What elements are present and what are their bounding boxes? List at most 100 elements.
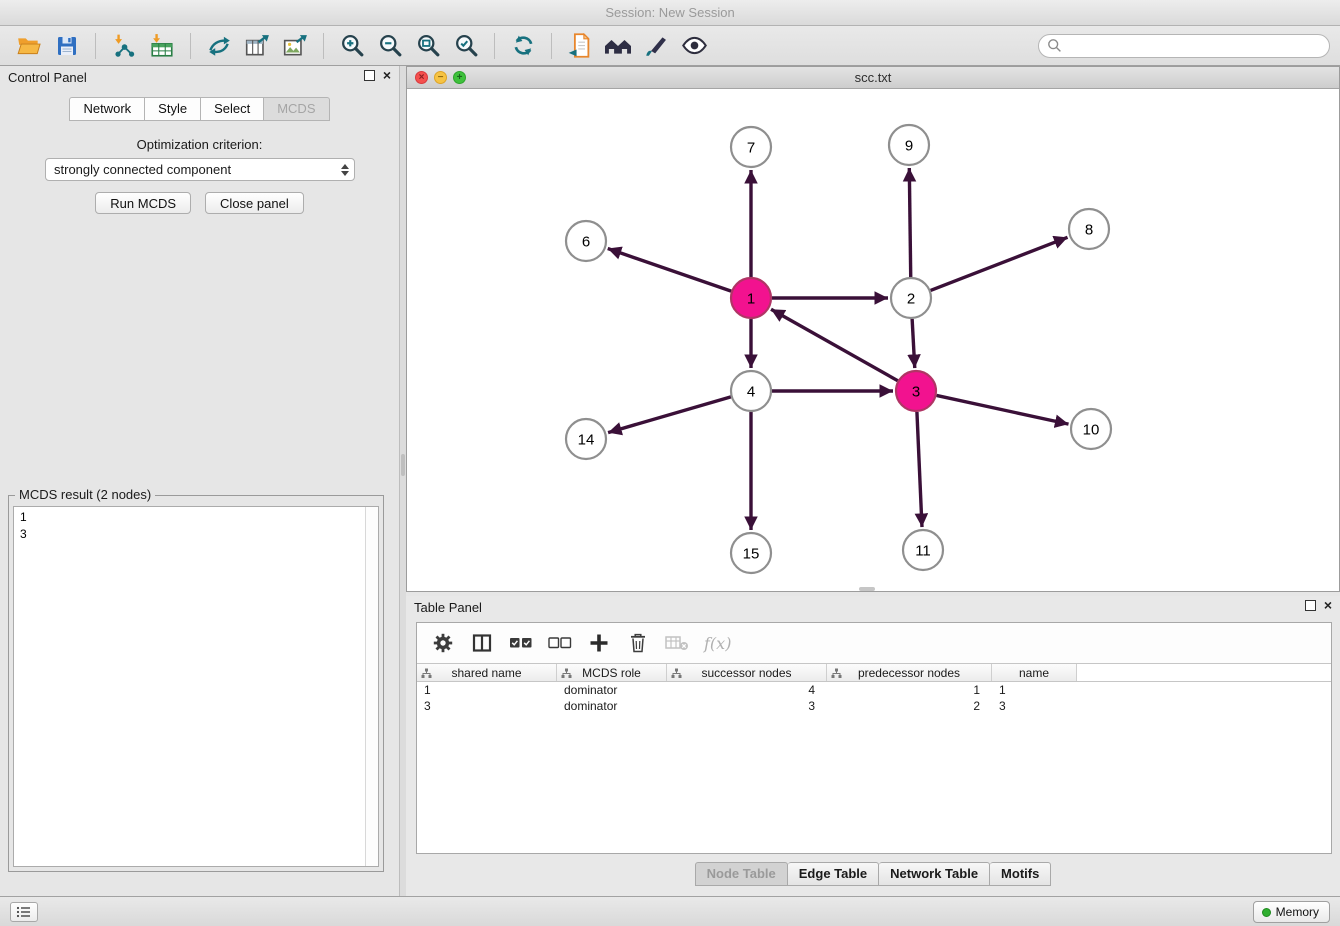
graph-node-15[interactable]: 15	[731, 533, 771, 573]
graph-node-10[interactable]: 10	[1071, 409, 1111, 449]
zoom-in-button[interactable]	[335, 30, 369, 62]
graph-node-11[interactable]: 11	[903, 530, 943, 570]
cell-mcds-role[interactable]: dominator	[557, 682, 667, 698]
tab-network-table[interactable]: Network Table	[879, 862, 990, 886]
copy-network-button[interactable]	[563, 30, 597, 62]
close-panel-button[interactable]: ×	[383, 70, 391, 81]
table-row[interactable]: 1 dominator 4 1 1	[417, 682, 1331, 698]
graph-edge-4-14[interactable]	[608, 397, 731, 433]
open-session-button[interactable]	[12, 30, 46, 62]
run-mcds-button[interactable]: Run MCDS	[95, 192, 191, 214]
search-input[interactable]	[1067, 38, 1321, 53]
show-columns-button[interactable]	[470, 631, 494, 655]
graph-node-9[interactable]: 9	[889, 125, 929, 165]
graph-edge-3-10[interactable]	[937, 395, 1069, 424]
deselect-all-button[interactable]	[548, 631, 572, 655]
graph-node-7[interactable]: 7	[731, 127, 771, 167]
status-menu-button[interactable]	[10, 902, 38, 922]
zoom-fit-button[interactable]	[411, 30, 445, 62]
column-header-name[interactable]: name	[992, 664, 1077, 681]
graph-node-3[interactable]: 3	[896, 371, 936, 411]
zoom-out-button[interactable]	[373, 30, 407, 62]
cell-predecessor[interactable]: 2	[827, 698, 992, 714]
column-header-mcds-role[interactable]: MCDS role	[557, 664, 667, 681]
home-view-button[interactable]	[601, 30, 635, 62]
network-graph-svg: 7 9 6 8 1 2 4 3 14 10 15 11	[407, 89, 1339, 591]
cell-name[interactable]: 3	[992, 698, 1077, 714]
import-network-button[interactable]	[107, 30, 141, 62]
tab-node-table[interactable]: Node Table	[695, 862, 788, 886]
graph-edge-2-3[interactable]	[912, 319, 915, 368]
cell-successor[interactable]: 4	[667, 682, 827, 698]
delete-table-icon	[665, 633, 689, 653]
table-toolbar: f(x)	[417, 623, 1331, 663]
network-window-titlebar[interactable]: × − + scc.txt	[407, 67, 1339, 89]
show-hide-button[interactable]	[677, 30, 711, 62]
canvas-scroll-handle[interactable]	[859, 587, 875, 591]
graph-node-2[interactable]: 2	[891, 278, 931, 318]
tab-motifs[interactable]: Motifs	[990, 862, 1051, 886]
create-column-button[interactable]	[587, 631, 611, 655]
network-canvas[interactable]: 7 9 6 8 1 2 4 3 14 10 15 11	[407, 89, 1339, 591]
column-header-shared-name[interactable]: shared name	[417, 664, 557, 681]
save-session-button[interactable]	[50, 30, 84, 62]
memory-button[interactable]: Memory	[1253, 901, 1330, 923]
table-settings-button[interactable]	[431, 631, 455, 655]
attribute-icon	[831, 668, 842, 679]
tab-mcds[interactable]: MCDS	[264, 97, 329, 121]
graph-node-4[interactable]: 4	[731, 371, 771, 411]
tab-select[interactable]: Select	[201, 97, 264, 121]
tab-edge-table[interactable]: Edge Table	[788, 862, 879, 886]
optimization-criterion-select[interactable]: strongly connected component	[45, 158, 355, 181]
toolbar-separator	[190, 33, 191, 59]
new-network-from-selection-button[interactable]	[202, 30, 236, 62]
table-row[interactable]: 3 dominator 3 2 3	[417, 698, 1331, 714]
close-panel-action-button[interactable]: Close panel	[205, 192, 304, 214]
cell-predecessor[interactable]: 1	[827, 682, 992, 698]
splitter-handle[interactable]	[401, 454, 405, 476]
cell-mcds-role[interactable]: dominator	[557, 698, 667, 714]
cell-successor[interactable]: 3	[667, 698, 827, 714]
graph-node-6[interactable]: 6	[566, 221, 606, 261]
graph-edge-2-8[interactable]	[931, 237, 1068, 290]
delete-table-button[interactable]	[665, 631, 689, 655]
cell-name[interactable]: 1	[992, 682, 1077, 698]
close-table-panel-button[interactable]: ×	[1324, 600, 1332, 611]
graph-edge-1-6[interactable]	[608, 249, 731, 292]
float-table-panel-button[interactable]	[1305, 600, 1316, 611]
graph-edge-3-1[interactable]	[771, 309, 898, 380]
apply-layout-button[interactable]	[506, 30, 540, 62]
float-panel-button[interactable]	[364, 70, 375, 81]
attribute-icon	[671, 668, 682, 679]
apply-style-button[interactable]	[639, 30, 673, 62]
main-area: Control Panel × Network Style Select MCD…	[0, 66, 1340, 896]
mcds-result-view[interactable]: 1 3	[13, 506, 379, 867]
minimize-window-button[interactable]: −	[434, 71, 447, 84]
function-builder-button[interactable]: f(x)	[704, 634, 731, 653]
import-table-button[interactable]	[145, 30, 179, 62]
export-table-button[interactable]	[240, 30, 274, 62]
graph-node-label: 14	[578, 432, 595, 449]
result-scrollbar[interactable]	[365, 507, 378, 866]
graph-node-14[interactable]: 14	[566, 419, 606, 459]
column-header-predecessor-nodes[interactable]: predecessor nodes	[827, 664, 992, 681]
tab-style[interactable]: Style	[145, 97, 201, 121]
zoom-window-button[interactable]: +	[453, 71, 466, 84]
export-image-button[interactable]	[278, 30, 312, 62]
search-box[interactable]	[1038, 34, 1330, 58]
window-titlebar[interactable]: Session: New Session	[0, 0, 1340, 26]
graph-edge-3-11[interactable]	[917, 412, 922, 527]
tab-network[interactable]: Network	[69, 97, 145, 121]
cell-shared-name[interactable]: 1	[417, 682, 557, 698]
column-header-successor-nodes[interactable]: successor nodes	[667, 664, 827, 681]
delete-column-button[interactable]	[626, 631, 650, 655]
graph-node-8[interactable]: 8	[1069, 209, 1109, 249]
cell-shared-name[interactable]: 3	[417, 698, 557, 714]
zoom-selected-button[interactable]	[449, 30, 483, 62]
status-bar: Memory	[0, 896, 1340, 926]
table-panel-title: Table Panel	[414, 600, 482, 615]
graph-node-1[interactable]: 1	[731, 278, 771, 318]
select-all-button[interactable]	[509, 631, 533, 655]
close-window-button[interactable]: ×	[415, 71, 428, 84]
graph-edge-2-9[interactable]	[909, 168, 910, 277]
